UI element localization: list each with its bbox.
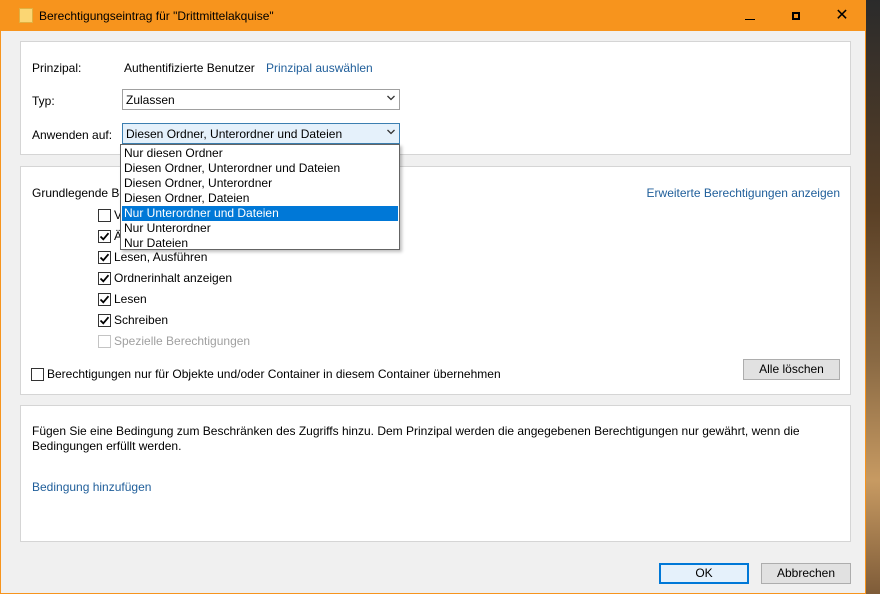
permission-label: Spezielle Berechtigungen [114,334,251,348]
dropdown-option[interactable]: Nur Unterordner [122,221,398,236]
maximize-button[interactable] [773,1,819,31]
permission-checkbox[interactable] [98,314,111,327]
permission-checkbox[interactable] [98,272,111,285]
checkmark-icon [99,295,110,304]
permissions-heading: Grundlegende Be [32,186,127,200]
minimize-button[interactable] [727,1,773,31]
dropdown-option[interactable]: Diesen Ordner, Dateien [122,191,398,206]
apply-to-select[interactable]: Diesen Ordner, Unterordner und Dateien [122,123,400,144]
permission-checkbox [98,335,111,348]
permission-label: Lesen [114,292,147,306]
principal-label: Prinzipal: [32,61,82,75]
inherit-checkbox[interactable] [31,368,44,381]
apply-to-dropdown-list: Nur diesen Ordner Diesen Ordner, Unterord… [120,144,400,250]
type-select[interactable]: Zulassen [122,89,400,110]
close-button[interactable]: ✕ [819,1,865,31]
permission-entry-dialog: Berechtigungseintrag für "Drittmittelakq… [0,0,866,594]
dropdown-option[interactable]: Diesen Ordner, Unterordner [122,176,398,191]
select-principal-link[interactable]: Prinzipal auswählen [266,61,373,75]
checkmark-icon [99,253,110,262]
close-icon: ✕ [835,7,849,24]
cancel-button[interactable]: Abbrechen [761,563,851,584]
condition-description: Fügen Sie eine Bedingung zum Beschränken… [32,424,800,453]
principal-value: Authentifizierte Benutzer [124,61,255,75]
apply-to-select-value: Diesen Ordner, Unterordner und Dateien [126,127,343,141]
clear-all-button[interactable]: Alle löschen [743,359,840,380]
chevron-down-icon [387,129,395,135]
dropdown-option[interactable]: Nur Dateien [122,236,398,251]
permission-label: Ordnerinhalt anzeigen [114,271,233,285]
window-title: Berechtigungseintrag für "Drittmittelakq… [39,9,274,23]
apply-to-label: Anwenden auf: [32,128,113,142]
add-condition-link[interactable]: Bedingung hinzufügen [32,480,151,494]
permission-checkbox[interactable] [98,209,111,222]
permission-checkbox[interactable] [98,251,111,264]
dropdown-option[interactable]: Diesen Ordner, Unterordner und Dateien [122,161,398,176]
advanced-permissions-link[interactable]: Erweiterte Berechtigungen anzeigen [647,186,840,200]
ok-button[interactable]: OK [659,563,749,584]
desktop-background [866,0,880,601]
checkmark-icon [99,274,110,283]
inherit-label: Berechtigungen nur für Objekte und/oder … [47,367,501,381]
permission-checkbox[interactable] [98,293,111,306]
checkmark-icon [99,316,110,325]
chevron-down-icon [387,95,395,101]
minimize-icon [745,18,755,20]
permission-checkbox[interactable] [98,230,111,243]
title-bar[interactable]: Berechtigungseintrag für "Drittmittelakq… [1,1,865,31]
type-label: Typ: [32,94,55,108]
dropdown-option[interactable]: Nur Unterordner und Dateien [122,206,398,221]
maximize-icon [792,12,800,20]
checkmark-icon [99,232,110,241]
dropdown-option[interactable]: Nur diesen Ordner [122,146,398,161]
taskbar-edge [0,594,880,601]
permission-label: Lesen, Ausführen [114,250,208,264]
principal-panel: Prinzipal: Authentifizierte Benutzer Pri… [20,41,851,155]
type-select-value: Zulassen [126,93,175,107]
condition-panel: Fügen Sie eine Bedingung zum Beschränken… [20,405,851,542]
permission-label: Schreiben [114,313,169,327]
folder-icon [19,8,33,23]
